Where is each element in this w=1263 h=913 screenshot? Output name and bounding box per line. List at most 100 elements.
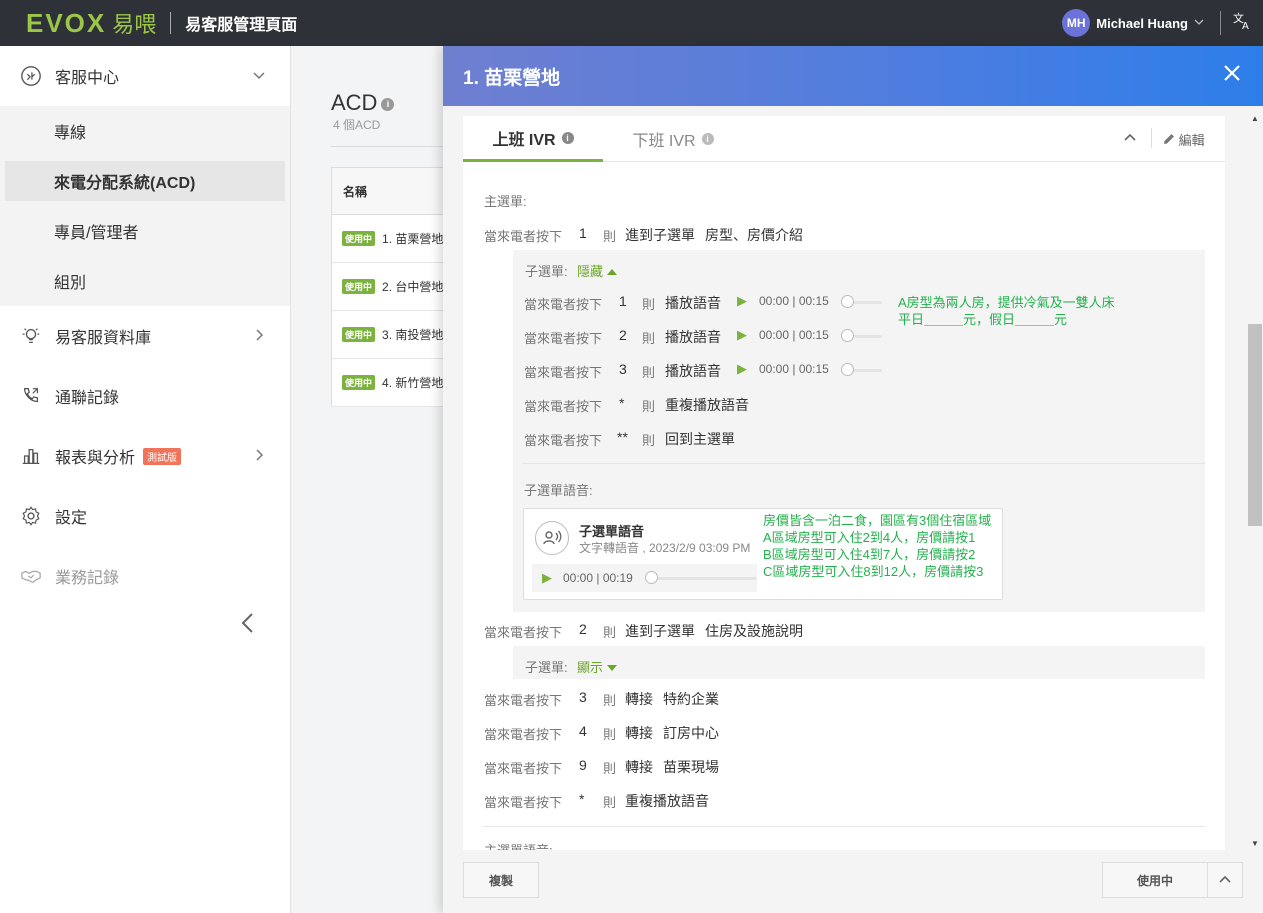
sub-rule-key: 3 — [619, 361, 627, 377]
rule-target: 住房及設施說明 — [705, 623, 803, 639]
scroll-down-icon[interactable]: ▼ — [1251, 839, 1259, 848]
collapse-sidebar-icon[interactable] — [240, 612, 256, 640]
audio-track[interactable] — [650, 577, 757, 580]
audio-knob[interactable] — [841, 329, 854, 342]
scroll-thumb[interactable] — [1248, 324, 1262, 526]
audio-knob[interactable] — [645, 571, 658, 584]
rule-action: 進到子選單 — [625, 623, 695, 639]
logo-yi: 易喂 — [112, 12, 157, 37]
drawer-title: 1. 苗栗營地 — [463, 67, 561, 89]
sub-rule-action: 播放語音 — [665, 329, 721, 345]
then-label: 則 — [642, 297, 656, 312]
close-icon[interactable] — [1223, 62, 1241, 88]
submenu-show-toggle[interactable]: 顯示 — [577, 657, 617, 676]
drawer-scrollbar[interactable]: ▲ ▼ — [1248, 114, 1262, 848]
sub-rule-key: * — [619, 395, 625, 411]
sidebar-item-call-records[interactable]: 通聯記錄 — [0, 366, 290, 426]
table-row[interactable]: 使用中 4. 新竹營地 — [332, 359, 450, 407]
press-label: 當來電者按下 — [484, 693, 563, 708]
drawer-header: 1. 苗栗營地 — [443, 46, 1263, 106]
play-icon[interactable]: ▶ — [737, 361, 747, 377]
sidebar-item-service-center[interactable]: 客服中心 — [0, 46, 290, 106]
voice-card-meta: 文字轉語音 , 2023/2/9 03:09 PM — [579, 541, 751, 555]
caret-down-icon — [606, 665, 617, 671]
copy-button[interactable]: 複製 — [463, 862, 539, 898]
rule-action: 轉接 — [625, 691, 653, 707]
rule-action: 進到子選單 — [625, 227, 695, 243]
tab-day-ivr[interactable]: 上班 IVR i — [463, 116, 603, 162]
rule-key: 4 — [579, 723, 587, 739]
chevron-down-icon[interactable] — [1194, 17, 1204, 30]
annotation-line: 平日＿＿＿元，假日＿＿＿元 — [898, 312, 1068, 327]
sidebar-submenu: 專線 來電分配系統(ACD) 專員/管理者 組別 — [0, 106, 290, 306]
page-title-text: ACD — [331, 90, 378, 115]
rule-action: 重複播放語音 — [625, 793, 709, 809]
chevron-up-icon[interactable] — [1123, 130, 1137, 147]
scroll-up-icon[interactable]: ▲ — [1251, 114, 1259, 123]
info-icon[interactable]: i — [381, 97, 395, 111]
sub-rule-action: 播放語音 — [665, 363, 721, 379]
logo[interactable]: EVOX 易喂 易客服管理頁面 — [26, 7, 297, 39]
tab-night-ivr[interactable]: 下班 IVR i — [613, 116, 733, 162]
sidebar-subitem-groups[interactable]: 組別 — [5, 261, 285, 301]
app-title: 易客服管理頁面 — [185, 17, 298, 34]
row-name: 4. 新竹營地 — [382, 376, 444, 390]
sidebar-subitem-agents[interactable]: 專員/管理者 — [5, 211, 285, 251]
sidebar-subitem-acd[interactable]: 來電分配系統(ACD) — [5, 161, 285, 201]
sub-rule-key: ** — [617, 429, 628, 445]
sub-rule-key: 1 — [619, 293, 627, 309]
sub-voice-label: 子選單語音: — [524, 483, 593, 498]
rule-key: 3 — [579, 689, 587, 705]
status-expand-button[interactable] — [1207, 862, 1243, 898]
rule-key: 9 — [579, 757, 587, 773]
submenu-divider — [523, 463, 1205, 464]
main-voice-label: 主選單語音: — [484, 840, 553, 850]
tab-label: 上班 IVR — [492, 131, 556, 149]
play-icon[interactable]: ▶ — [737, 293, 747, 309]
sidebar-item-database[interactable]: 易客服資料庫 — [0, 306, 290, 366]
then-label: 則 — [603, 795, 617, 810]
row-name: 3. 南投營地 — [382, 328, 444, 342]
edit-button[interactable]: 編輯 — [1163, 130, 1205, 149]
tab-label: 下班 IVR — [632, 133, 696, 150]
user-name[interactable]: Michael Huang — [1096, 16, 1188, 31]
main-menu-label: 主選單: — [484, 194, 527, 209]
submenu-hide-toggle[interactable]: 隱藏 — [577, 261, 617, 280]
press-label: 當來電者按下 — [484, 761, 563, 776]
rule-key: 1 — [579, 225, 587, 241]
sidebar-subitem-line[interactable]: 專線 — [5, 111, 285, 151]
then-label: 則 — [603, 625, 617, 640]
table-row[interactable]: 使用中 2. 台中營地 — [332, 263, 450, 311]
voice-player: ▶ 00:00 | 00:19 — [532, 564, 757, 592]
title-divider — [331, 146, 451, 147]
hide-label: 隱藏 — [577, 264, 604, 279]
sidebar-item-reports[interactable]: 報表與分析 測試版 — [0, 426, 290, 486]
status-button[interactable]: 使用中 — [1102, 862, 1208, 898]
table-row[interactable]: 使用中 3. 南投營地 — [332, 311, 450, 359]
then-label: 則 — [603, 761, 617, 776]
rule-target: 房型、房價介紹 — [705, 227, 803, 243]
user-area: MH Michael Huang 文A — [1062, 0, 1263, 46]
logo-evox: EVOX — [26, 7, 107, 38]
play-icon[interactable]: ▶ — [542, 570, 552, 586]
info-icon: i — [561, 131, 574, 144]
sub-rule-action: 播放語音 — [665, 295, 721, 311]
then-label: 則 — [642, 399, 656, 414]
bulb-icon — [20, 325, 42, 347]
status-badge: 使用中 — [342, 327, 376, 342]
audio-knob[interactable] — [841, 363, 854, 376]
avatar[interactable]: MH — [1062, 9, 1091, 37]
voice-icon — [535, 521, 569, 555]
then-label: 則 — [642, 433, 656, 448]
drawer-body: 上班 IVR i 下班 IVR i 編輯 主選單: 當來電者按下 1 則 進到子選單… — [463, 116, 1225, 850]
audio-knob[interactable] — [841, 295, 854, 308]
acd-table: 名稱 使用中 1. 苗栗營地 使用中 2. 台中營地 使用中 3. 南投營地 使用中 4… — [331, 167, 451, 407]
translate-icon[interactable]: 文A — [1231, 11, 1253, 36]
sidebar-item-business-records[interactable]: 業務記錄 — [0, 546, 290, 606]
table-row[interactable]: 使用中 1. 苗栗營地 — [332, 215, 450, 263]
audio-time: 00:00 | 00:15 — [759, 362, 829, 376]
press-label: 當來電者按下 — [524, 331, 603, 346]
sidebar-item-settings[interactable]: 設定 — [0, 486, 290, 546]
submenu-label: 子選單: — [525, 660, 568, 675]
play-icon[interactable]: ▶ — [737, 327, 747, 343]
